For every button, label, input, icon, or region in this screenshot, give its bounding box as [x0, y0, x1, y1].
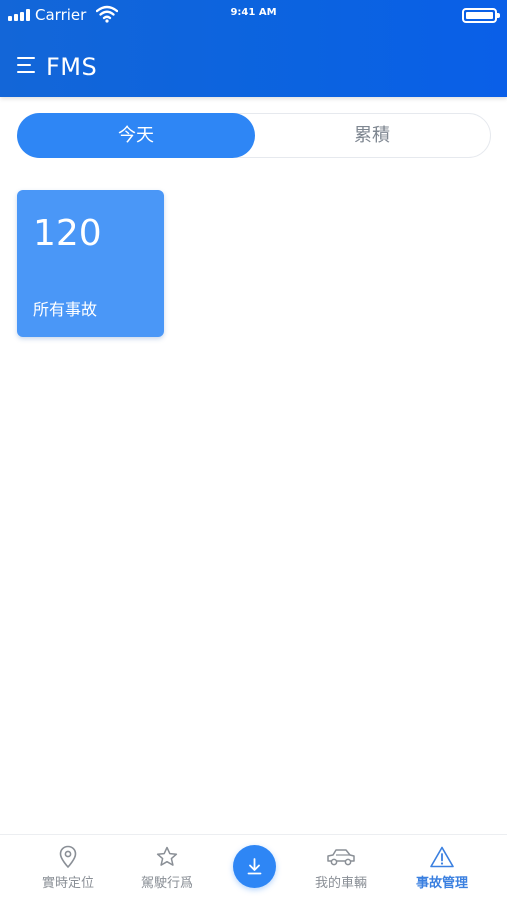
warning-icon: [430, 846, 454, 868]
menu-icon[interactable]: [17, 57, 37, 75]
car-icon: [327, 849, 355, 866]
tab-driving-behavior[interactable]: 駕駛行爲: [117, 835, 217, 900]
download-icon: [247, 858, 262, 875]
location-pin-icon: [59, 845, 77, 869]
header: Carrier 9:41 AM FMS: [0, 0, 507, 97]
status-time: 9:41 AM: [230, 7, 277, 18]
app-bar: FMS: [0, 40, 507, 94]
accident-count: 120: [33, 213, 102, 254]
tab-realtime-location[interactable]: 實時定位: [18, 835, 118, 900]
tab-label: 實時定位: [41, 876, 94, 891]
battery-icon: [462, 8, 500, 23]
segment-cumulative[interactable]: 累積: [253, 113, 491, 158]
accident-count-label: 所有事故: [33, 300, 98, 319]
app-title: FMS: [46, 53, 98, 81]
all-accidents-card[interactable]: 120 所有事故: [17, 190, 164, 337]
tab-label: 事故管理: [415, 876, 468, 891]
period-segmented-control: 今天 累積: [17, 113, 491, 158]
tab-label: 駕駛行爲: [140, 876, 193, 891]
tab-accident-management[interactable]: 事故管理: [392, 835, 492, 900]
download-button[interactable]: [233, 845, 276, 888]
tab-label: 我的車輛: [314, 876, 367, 891]
status-bar: Carrier 9:41 AM: [0, 0, 507, 30]
star-icon: [156, 846, 178, 866]
tab-my-vehicles[interactable]: 我的車輛: [291, 835, 391, 900]
segment-today[interactable]: 今天: [17, 113, 255, 158]
